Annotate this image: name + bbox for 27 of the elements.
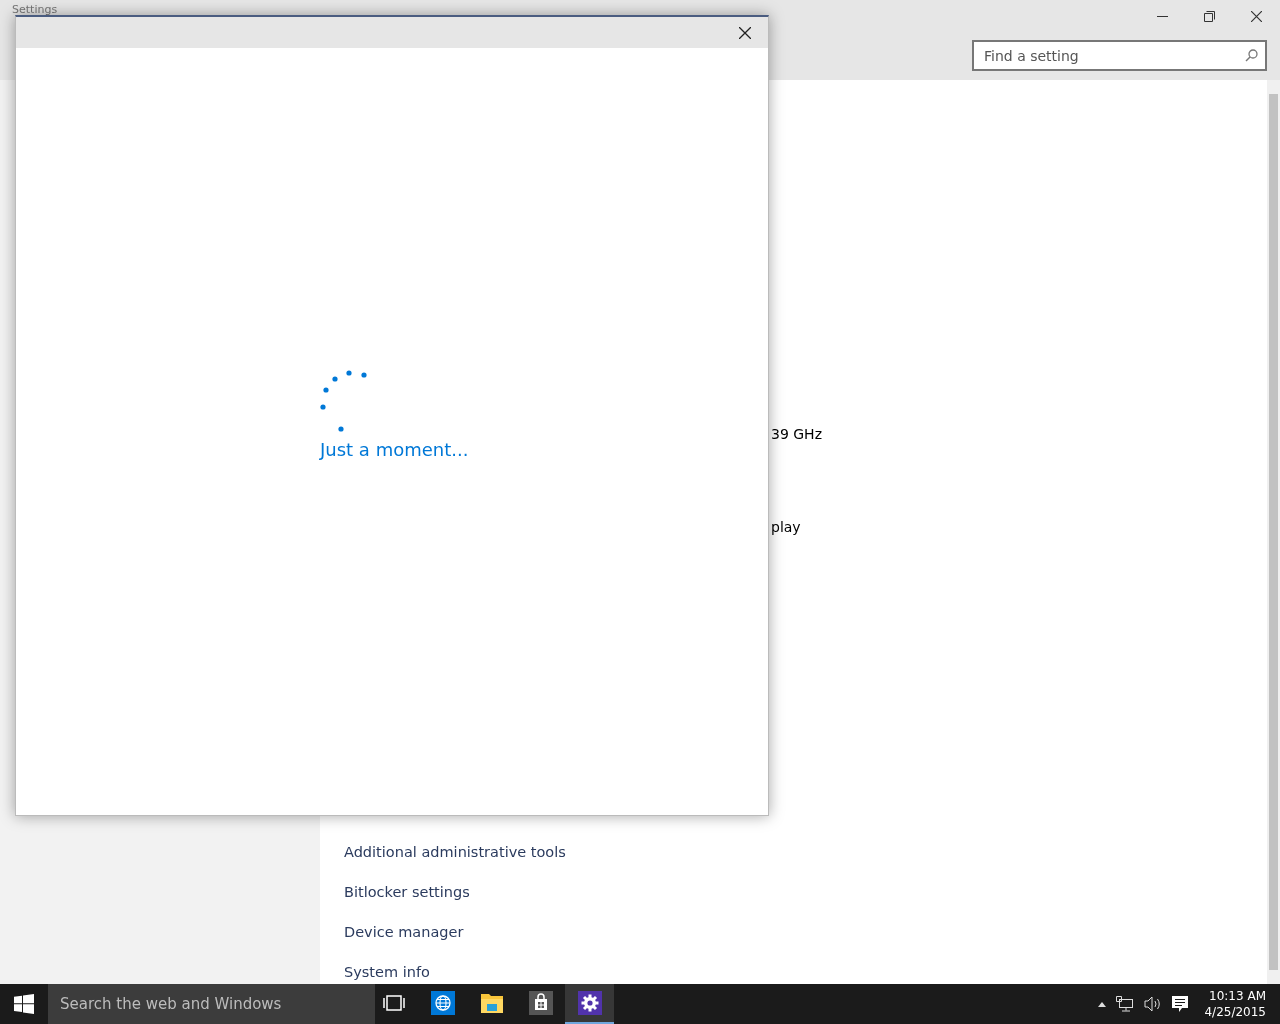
restore-icon[interactable]	[1204, 10, 1215, 22]
notification-icon[interactable]	[1172, 996, 1189, 1012]
close-icon[interactable]	[739, 26, 751, 39]
search-icon[interactable]	[1245, 49, 1258, 62]
minimize-icon[interactable]	[1157, 15, 1168, 17]
related-setting-link[interactable]: Bitlocker settings	[344, 880, 470, 904]
related-setting-link[interactable]: System info	[344, 960, 430, 984]
window-title: Settings	[12, 3, 58, 16]
gear-icon[interactable]	[577, 991, 602, 1015]
search-field[interactable]: Find a setting	[972, 40, 1267, 71]
clock-time[interactable]: 10:13 AM	[1209, 988, 1266, 1004]
speaker-icon[interactable]	[1144, 996, 1163, 1012]
clock-date[interactable]: 4/25/2015	[1204, 1004, 1266, 1020]
related-setting-link[interactable]: Additional administrative tools	[344, 840, 566, 864]
windows-logo-icon[interactable]	[14, 994, 34, 1014]
network-icon[interactable]	[1116, 996, 1135, 1012]
loading-spinner-icon	[320, 370, 368, 432]
loading-message: Just a moment...	[320, 439, 469, 460]
chevron-up-icon[interactable]	[1098, 1001, 1107, 1007]
taskbar-search-field[interactable]: Search the web and Windows	[48, 984, 375, 1024]
globe-icon[interactable]	[430, 991, 455, 1015]
folder-icon[interactable]	[479, 991, 504, 1015]
detail-text: 39 GHz	[770, 425, 823, 444]
close-icon[interactable]	[1251, 10, 1262, 22]
detail-text: play	[770, 518, 802, 537]
task-view-icon[interactable]	[382, 994, 405, 1012]
related-setting-link[interactable]: Device manager	[344, 920, 464, 944]
